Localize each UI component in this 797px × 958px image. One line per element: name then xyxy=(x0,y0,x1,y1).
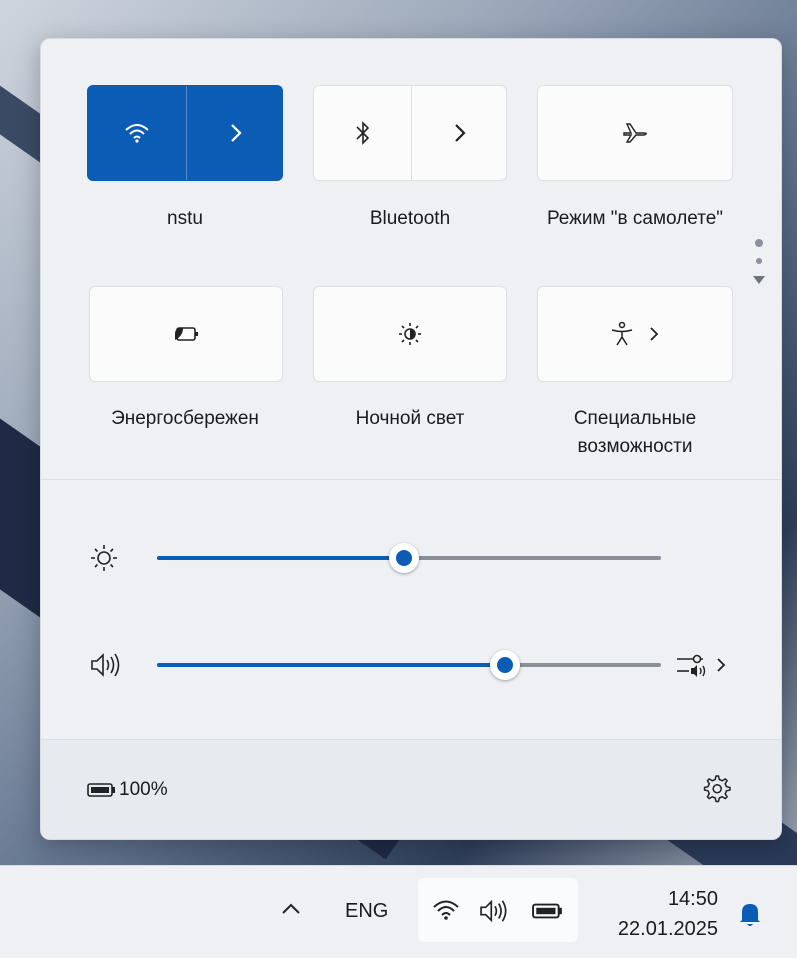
clock[interactable]: 14:50 22.01.2025 xyxy=(590,884,718,944)
wifi-icon xyxy=(433,900,459,920)
quick-settings-footer: 100% xyxy=(41,739,781,839)
battery-status[interactable]: 100% xyxy=(87,779,168,801)
audio-output-button[interactable] xyxy=(675,651,727,679)
night-light-icon xyxy=(399,323,421,345)
system-tray[interactable] xyxy=(418,878,578,942)
accessibility-icon xyxy=(611,321,633,346)
wifi-icon xyxy=(125,124,149,143)
battery-saver-icon xyxy=(175,327,198,341)
wifi-expand-button[interactable] xyxy=(187,86,284,180)
brightness-slider[interactable] xyxy=(157,543,661,573)
bluetooth-tile[interactable] xyxy=(313,85,507,181)
speaker-icon xyxy=(480,899,507,923)
battery-percent: 100% xyxy=(119,779,168,800)
bluetooth-label: Bluetooth xyxy=(369,208,451,229)
wifi-toggle[interactable] xyxy=(88,86,186,180)
volume-slider[interactable] xyxy=(157,650,661,680)
battery-icon xyxy=(87,783,115,797)
clock-date: 22.01.2025 xyxy=(617,918,718,940)
page-dot-2 xyxy=(756,258,762,264)
divider xyxy=(41,739,781,740)
page-dot-1 xyxy=(755,239,763,247)
chevron-right-icon xyxy=(230,124,242,142)
audio-mixer-icon xyxy=(677,654,706,677)
bluetooth-icon xyxy=(355,121,369,145)
chevron-right-icon xyxy=(455,124,466,142)
brightness-slider-fill xyxy=(157,556,404,560)
clock-time: 14:50 xyxy=(667,888,718,910)
speaker-icon xyxy=(91,653,120,677)
chevron-up-icon[interactable] xyxy=(280,900,302,916)
battery-icon xyxy=(532,903,562,919)
airplane-mode-tile[interactable] xyxy=(537,85,733,181)
accessibility-tile[interactable] xyxy=(537,286,733,382)
chevron-right-icon xyxy=(650,327,659,341)
night-light-label: Ночной свет xyxy=(355,408,465,429)
input-language[interactable]: ENG xyxy=(345,900,388,923)
bluetooth-toggle[interactable] xyxy=(314,86,411,180)
divider xyxy=(41,479,781,480)
battery-saver-label: Энергосбережен xyxy=(111,408,259,429)
page-indicator[interactable] xyxy=(751,239,767,285)
airplane-icon xyxy=(623,123,647,143)
volume-slider-fill xyxy=(157,663,505,667)
wifi-tile[interactable] xyxy=(87,85,283,181)
bell-icon[interactable] xyxy=(738,900,762,928)
brightness-icon xyxy=(91,545,117,571)
wifi-label: nstu xyxy=(167,208,203,229)
quick-settings-panel: nstu Bluetooth Режим "в самолете" Энерго… xyxy=(40,38,782,840)
accessibility-label: Специальные возможности xyxy=(573,408,697,457)
bluetooth-expand-button[interactable] xyxy=(412,86,508,180)
chevron-right-icon xyxy=(717,658,726,672)
gear-icon[interactable] xyxy=(701,773,731,803)
airplane-mode-label: Режим "в самолете" xyxy=(546,208,724,229)
night-light-tile[interactable] xyxy=(313,286,507,382)
brightness-slider-thumb[interactable] xyxy=(388,543,419,573)
battery-saver-tile[interactable] xyxy=(89,286,283,382)
caret-down-icon[interactable] xyxy=(752,275,766,285)
taskbar: ENG 14:50 22.01.2025 xyxy=(0,865,797,958)
volume-slider-thumb[interactable] xyxy=(489,650,520,680)
